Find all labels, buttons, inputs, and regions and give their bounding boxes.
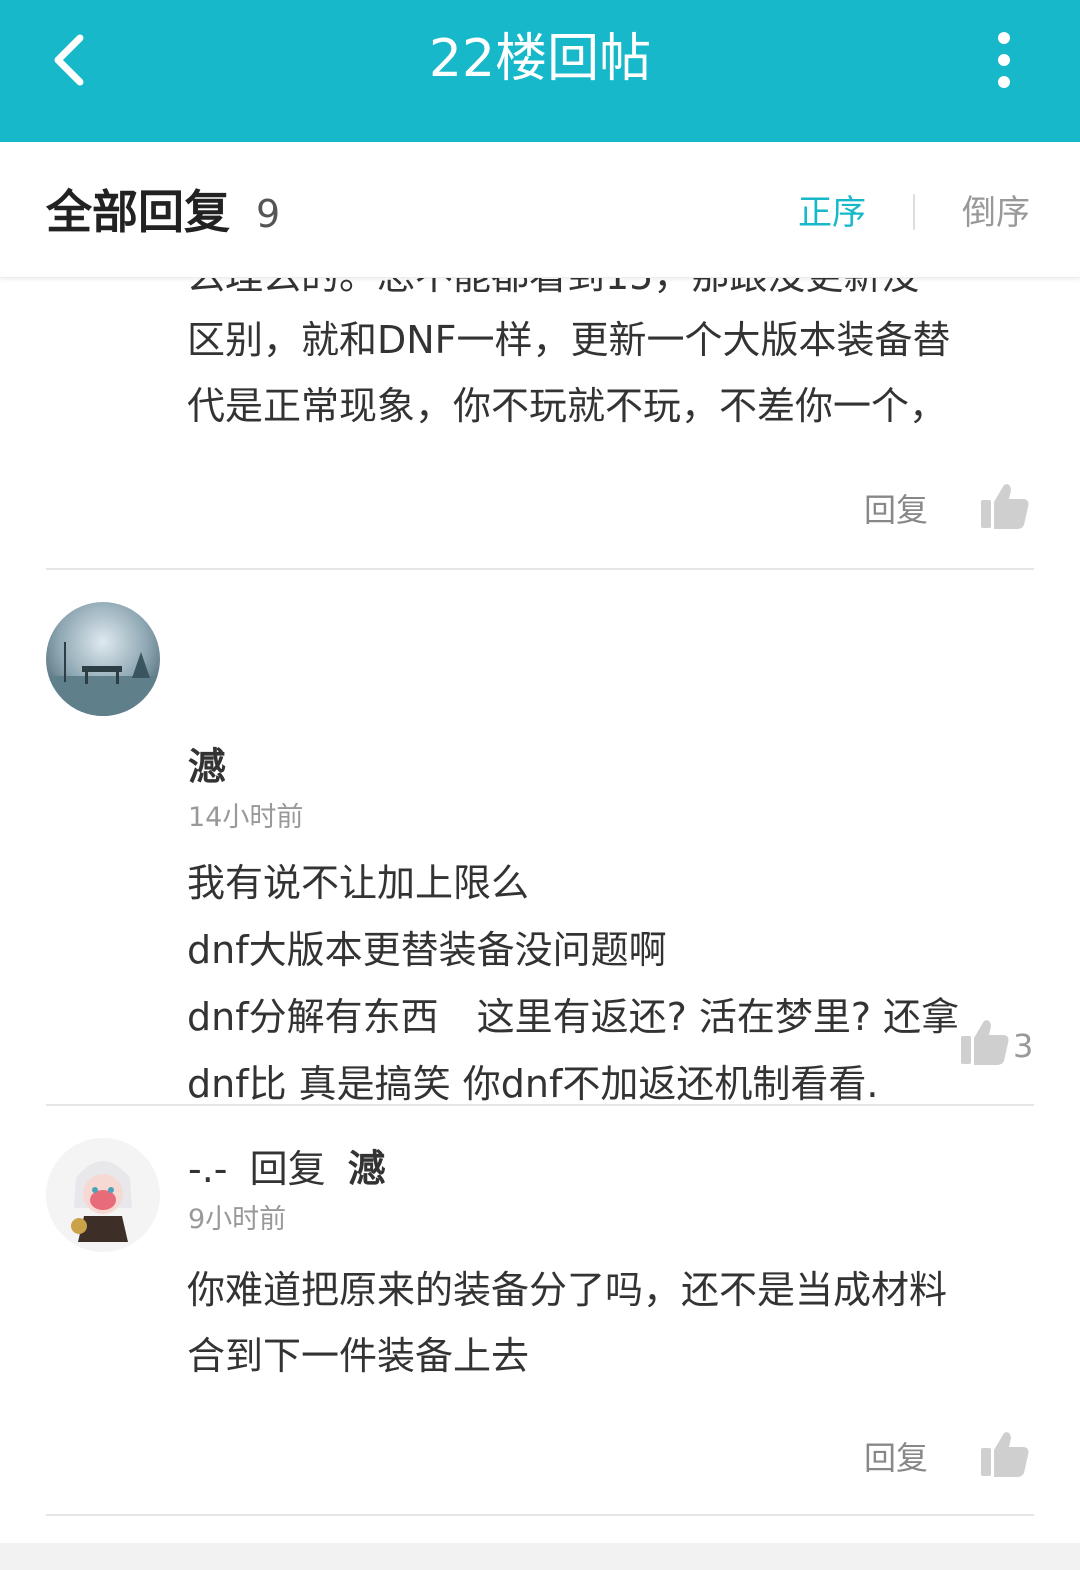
reply-header: -.- 回复 澸: [188, 1144, 386, 1194]
reply-item: 澸 14小时前 我有说不让加上限么 dnf大版本更替装备没问题啊 dnf分解有东…: [0, 570, 1080, 1106]
avatar-image: [46, 1138, 160, 1252]
sort-ascending-tab[interactable]: 正序: [798, 188, 866, 238]
all-replies-title: 全部回复: [46, 185, 230, 239]
app-top-bar: 22楼回帖: [0, 0, 1080, 142]
reply-count: 9: [256, 192, 281, 236]
reply-target-username[interactable]: 澸: [348, 1147, 386, 1191]
replies-header: 全部回复 9 正序 倒序: [0, 142, 1080, 278]
reply-time: 9小时前: [188, 1204, 287, 1235]
reply-text-line: 我有说不让加上限么: [187, 861, 530, 905]
reply-word: 回复: [249, 1147, 326, 1191]
thumbs-up-icon[interactable]: [980, 1430, 1030, 1478]
reply-text-line: dnf大版本更替装备没问题啊: [187, 928, 667, 972]
reply-button[interactable]: 回复: [864, 488, 928, 532]
reply-list[interactable]: 全部回复 9 正序 倒序 么理么的。总不能都看到15，那跟没更新没 区别，就和D…: [0, 142, 1080, 1570]
avatar[interactable]: [46, 1138, 160, 1252]
page-title: 22楼回帖: [428, 29, 652, 89]
more-vertical-icon: [998, 32, 1010, 44]
avatar-image: [46, 602, 160, 716]
reply-text-line: 区别，就和DNF一样，更新一个大版本装备替: [187, 318, 951, 362]
thumbs-up-icon[interactable]: [980, 482, 1030, 530]
reply-time: 14小时前: [188, 802, 304, 833]
more-options-button[interactable]: [984, 32, 1024, 88]
username[interactable]: -.-: [188, 1147, 228, 1191]
reply-text-line: 代是正常现象，你不玩就不玩，不差你一个，: [187, 384, 948, 428]
thumbs-up-icon[interactable]: [960, 1018, 1010, 1066]
like-count: 3: [1013, 1027, 1034, 1065]
reply-text-line: 合到下一件装备上去: [187, 1334, 530, 1378]
username[interactable]: 澸: [188, 742, 226, 792]
reply-divider: [46, 1514, 1034, 1516]
reply-text-line: dnf分解有东西 这里有返还? 活在梦里? 还拿: [187, 995, 960, 1039]
sort-descending-tab[interactable]: 倒序: [962, 188, 1030, 238]
reply-button[interactable]: 回复: [864, 1436, 928, 1480]
sort-divider: [913, 194, 915, 230]
reply-text-line: 你难道把原来的装备分了吗，还不是当成材料: [187, 1268, 948, 1312]
reply-text-line: dnf比 真是搞笑 你dnf不加返还机制看看.: [187, 1062, 879, 1106]
reply-item: -.- 回复 澸 9小时前 你难道把原来的装备分了吗，还不是当成材料 合到下一件…: [0, 1106, 1080, 1516]
avatar[interactable]: [46, 602, 160, 716]
bottom-strip: [0, 1543, 1080, 1570]
